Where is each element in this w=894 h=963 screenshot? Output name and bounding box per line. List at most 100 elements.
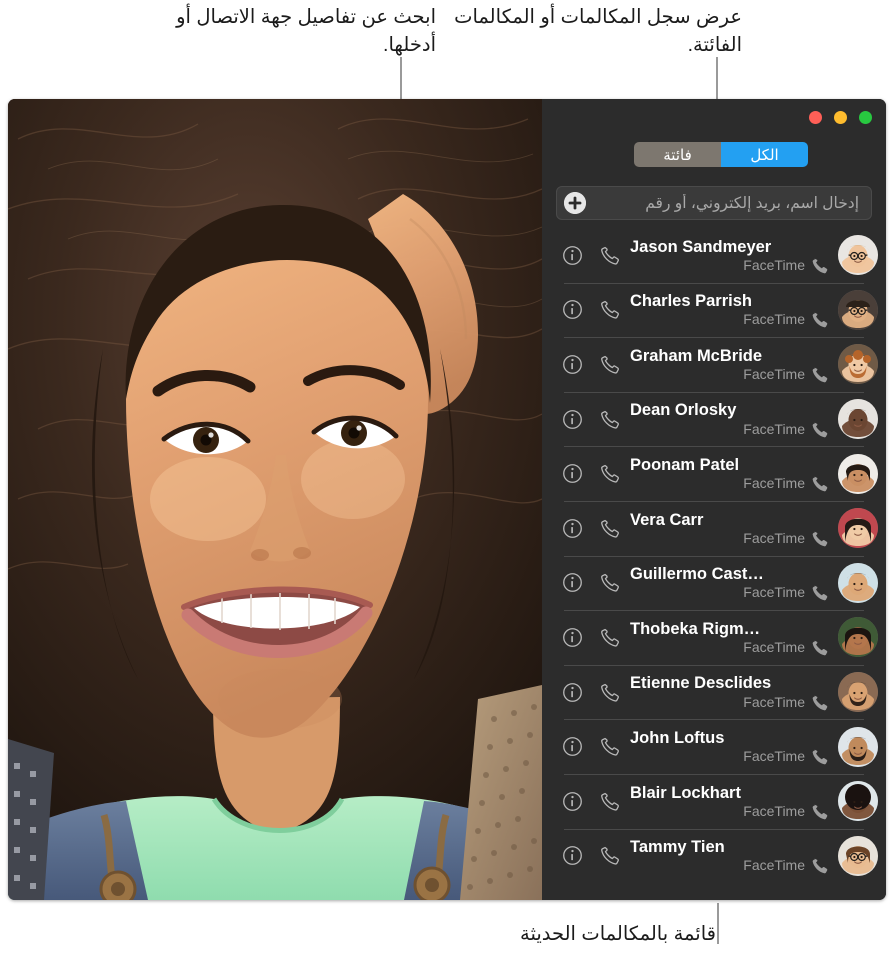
contact-service-line: FaceTime [630,803,828,820]
audio-call-button[interactable] [599,682,620,703]
recent-call-text: Jason Sandmeyer FaceTime [630,237,828,274]
close-button[interactable] [809,111,822,124]
service-label: FaceTime [743,256,805,273]
info-button[interactable] [562,463,583,484]
minimize-button[interactable] [834,111,847,124]
audio-call-button[interactable] [599,518,620,539]
add-contact-button[interactable] [564,192,586,214]
zoom-button[interactable] [859,111,872,124]
phone-outline-icon [601,628,619,647]
service-label: FaceTime [743,420,805,437]
recent-call-row[interactable]: Poonam Patel FaceTime [542,446,886,501]
recent-call-row[interactable]: John Loftus FaceTime [542,719,886,774]
service-label: FaceTime [743,748,805,765]
phone-filled-icon [812,749,828,765]
contact-service-line: FaceTime [630,421,828,438]
window-titlebar [542,99,886,135]
info-button[interactable] [562,299,583,320]
recent-call-row[interactable]: Blair Lockhart FaceTime [542,773,886,829]
row-action-icons [556,463,620,484]
avatar [838,672,878,713]
avatar-image [838,235,878,276]
phone-filled-icon [812,476,828,492]
video-preview-image [8,99,542,900]
avatar-image [838,726,878,767]
info-button[interactable] [562,518,583,539]
info-button[interactable] [562,245,583,266]
recent-calls-list[interactable]: Jason Sandmeyer FaceTime Charles Parrish… [542,228,886,900]
contact-service-line: FaceTime [630,257,828,274]
contact-name: Etienne Desclides [630,674,772,693]
row-action-icons [556,682,620,703]
phone-outline-icon [601,246,619,265]
avatar-image [838,344,878,385]
tab-all[interactable]: الكل [721,142,808,167]
recent-call-row[interactable]: Charles Parrish FaceTime [542,282,886,338]
recent-call-row[interactable]: Tammy Tien FaceTime [542,828,886,884]
info-icon [563,682,582,702]
info-icon [563,573,582,593]
avatar [838,289,878,330]
recent-call-row[interactable]: Graham McBride FaceTime [542,337,886,392]
recent-call-row[interactable]: Vera Carr FaceTime [542,500,886,556]
row-action-icons [556,572,620,593]
audio-call-button[interactable] [599,409,620,430]
recent-call-text: Etienne Desclides FaceTime [630,673,828,710]
window-controls [809,111,872,124]
phone-outline-icon [601,574,619,592]
contact-service-line: FaceTime [630,475,828,492]
contact-service-line: FaceTime [630,366,828,383]
avatar-image [838,562,878,603]
contact-service-line: FaceTime [630,639,828,656]
info-icon [563,355,582,374]
search-input[interactable]: إدخال اسم، بريد إلكتروني، أو رقم [590,194,871,213]
info-button[interactable] [562,736,583,757]
tab-missed[interactable]: فائتة [634,142,721,167]
info-button[interactable] [562,682,583,703]
avatar [838,617,878,658]
avatar-image [838,781,878,822]
row-action-icons [556,409,620,430]
row-action-icons [556,354,620,375]
row-action-icons [556,245,620,266]
facetime-sidebar: الكل فائتة إدخال اسم، بريد إلكتروني، أو … [542,99,886,900]
calls-filter-segmented-control[interactable]: الكل فائتة [634,142,808,167]
audio-call-button[interactable] [599,791,620,812]
audio-call-button[interactable] [599,299,620,320]
info-button[interactable] [562,845,583,866]
info-button[interactable] [562,354,583,375]
phone-filled-icon [812,531,828,547]
audio-call-button[interactable] [599,354,620,375]
audio-call-button[interactable] [599,245,620,266]
audio-call-button[interactable] [599,627,620,648]
phone-filled-icon [812,313,828,328]
audio-call-button[interactable] [599,572,620,593]
recent-call-row[interactable]: Etienne Desclides FaceTime [542,664,886,720]
avatar-image [838,672,878,713]
contact-service-line: FaceTime [630,857,828,874]
video-preview[interactable] [8,99,542,900]
phone-filled-icon [812,422,828,437]
avatar [838,835,878,876]
phone-filled-icon [812,859,828,874]
recent-call-row[interactable]: Guillermo Cast… FaceTime [542,555,886,611]
audio-call-button[interactable] [599,463,620,484]
info-icon [563,518,582,538]
service-label: FaceTime [743,584,805,601]
service-label: FaceTime [743,311,805,328]
audio-call-button[interactable] [599,845,620,866]
contact-name: Tammy Tien [630,838,725,857]
recent-call-row[interactable]: Jason Sandmeyer FaceTime [542,228,886,283]
recent-call-row[interactable]: Thobeka Rigm… FaceTime [542,610,886,665]
info-button[interactable] [562,572,583,593]
service-label: FaceTime [743,529,805,546]
recent-call-row[interactable]: Dean Orlosky FaceTime [542,391,886,447]
audio-call-button[interactable] [599,736,620,757]
info-button[interactable] [562,791,583,812]
service-label: FaceTime [743,366,805,382]
avatar-image [838,617,878,658]
avatar-image [838,453,878,494]
contact-search-field[interactable]: إدخال اسم، بريد إلكتروني، أو رقم [556,186,872,220]
info-button[interactable] [562,409,583,430]
info-button[interactable] [562,627,583,648]
